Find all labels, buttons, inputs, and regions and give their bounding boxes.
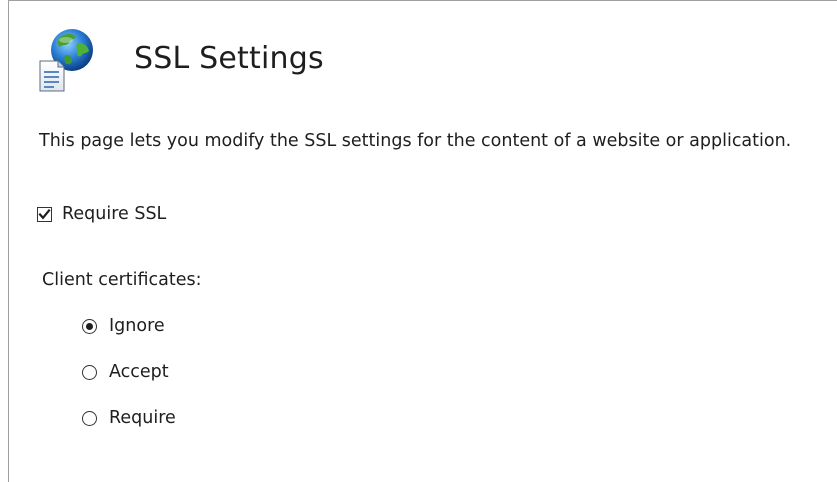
ssl-settings-page: SSL Settings This page lets you modify t… xyxy=(0,0,837,482)
require-ssl-label: Require SSL xyxy=(62,204,167,224)
radio-ignore-row[interactable]: Ignore xyxy=(82,313,165,339)
radio-accept[interactable] xyxy=(82,364,97,380)
radio-require[interactable] xyxy=(82,410,97,426)
require-ssl-checkbox[interactable] xyxy=(37,206,52,222)
radio-accept-row[interactable]: Accept xyxy=(82,359,169,385)
radio-ignore[interactable] xyxy=(82,318,97,334)
radio-require-label: Require xyxy=(109,408,176,428)
page-description: This page lets you modify the SSL settin… xyxy=(39,131,792,151)
client-certificates-label: Client certificates: xyxy=(42,270,202,290)
left-border xyxy=(8,0,9,482)
radio-ignore-label: Ignore xyxy=(109,316,165,336)
top-border xyxy=(8,0,837,1)
globe-document-icon xyxy=(36,27,102,93)
require-ssl-checkbox-row[interactable]: Require SSL xyxy=(37,202,166,226)
page-title: SSL Settings xyxy=(134,41,324,76)
radio-require-row[interactable]: Require xyxy=(82,405,176,431)
radio-accept-label: Accept xyxy=(109,362,169,382)
checkmark-icon xyxy=(38,208,51,219)
